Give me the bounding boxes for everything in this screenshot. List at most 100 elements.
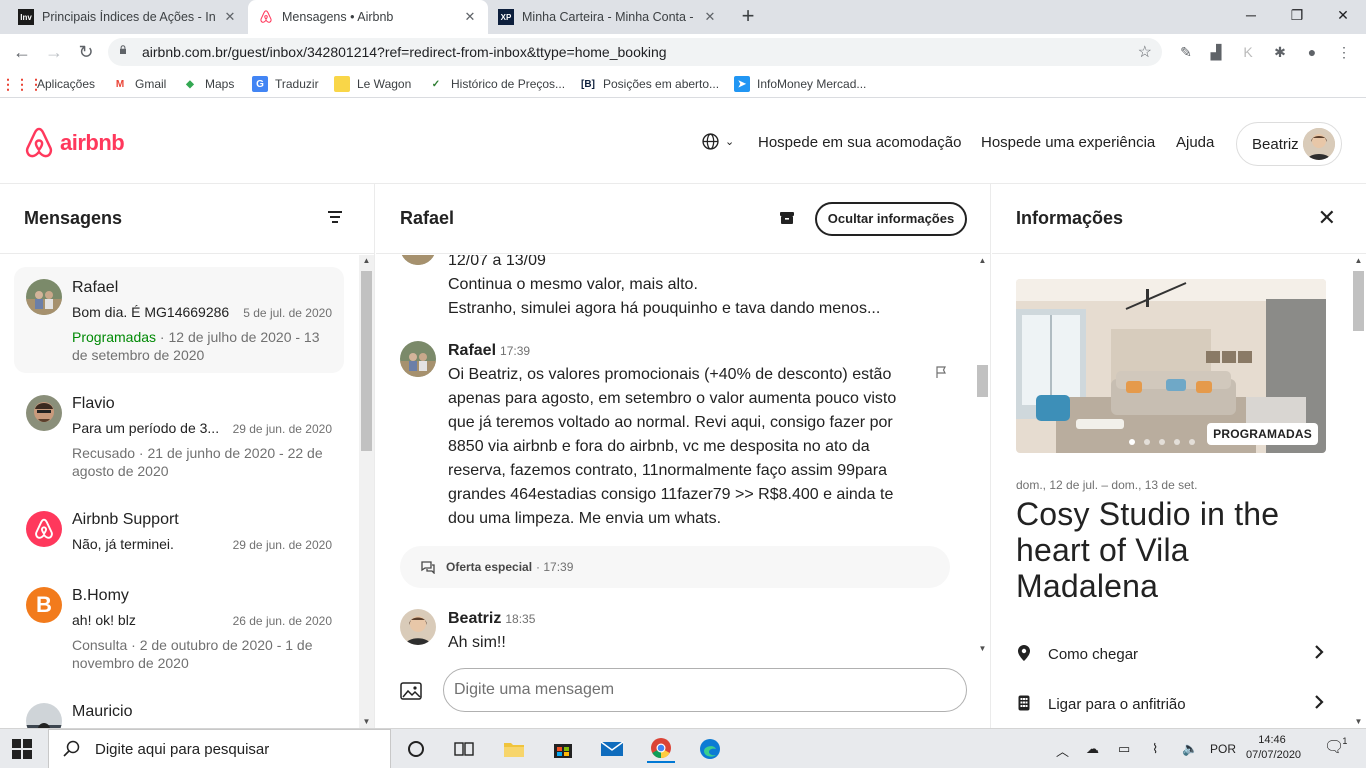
conversation-name: Flavio <box>72 395 115 412</box>
bookmark-gmail[interactable]: M Gmail <box>112 76 167 92</box>
minimize-button[interactable]: ─ <box>1228 0 1274 30</box>
folder-icon <box>334 76 350 92</box>
bookmark-traduzir[interactable]: G Traduzir <box>252 76 319 92</box>
close-icon[interactable]: ✕ <box>1318 207 1336 229</box>
wifi-icon[interactable]: ⌇ <box>1152 741 1158 757</box>
filter-icon[interactable] <box>328 211 342 225</box>
task-view-icon[interactable] <box>450 735 478 763</box>
attach-image-icon[interactable] <box>400 682 422 700</box>
menu-kebab-icon[interactable]: ⋮ <box>1334 42 1354 62</box>
conversation-preview: Bom dia. É MG14669286 <box>72 304 230 320</box>
message-text: apenas para agosto, em setembro o valor … <box>448 390 897 407</box>
profile-avatar-icon[interactable]: ● <box>1302 42 1322 62</box>
scroll-down-icon[interactable]: ▼ <box>359 716 374 728</box>
notifications-icon[interactable]: 🗨1 <box>1324 736 1349 757</box>
conversation-mauricio[interactable]: Mauricio <box>14 691 344 728</box>
cortana-icon[interactable] <box>402 735 430 763</box>
messages-title: Mensagens <box>24 208 123 228</box>
onedrive-cloud-icon[interactable]: ☁ <box>1086 741 1099 757</box>
signal-extension-icon[interactable]: ▟ <box>1206 42 1226 62</box>
help-link[interactable]: Ajuda <box>1176 134 1214 151</box>
info-panel: Informações ✕ PROGRAMADAS dom., 12 de ju… <box>992 184 1366 728</box>
maximize-button[interactable]: ❐ <box>1274 0 1320 30</box>
report-flag-icon[interactable] <box>935 365 949 379</box>
bookmark-aplicacoes[interactable]: ⋮⋮⋮ Aplicações <box>1 76 95 92</box>
scrollbar-thumb[interactable] <box>977 365 988 397</box>
host-experience-link[interactable]: Hospede uma experiência <box>981 134 1155 151</box>
close-window-button[interactable]: ✕ <box>1320 0 1366 30</box>
directions-row[interactable]: Como chegar <box>1016 642 1326 666</box>
tab-investing[interactable]: Inv Principais Índices de Ações - Inve ✕ <box>8 0 248 34</box>
call-host-row[interactable]: Ligar para o anfitrião <box>1016 692 1326 716</box>
info-scrollbar[interactable]: ▲ ▼ <box>1351 255 1366 728</box>
puzzle-extensions-icon[interactable]: ✱ <box>1270 42 1290 62</box>
conversation-bhomy[interactable]: B B.Homy ah! ok! blz 26 de jun. de 2020 … <box>14 575 344 681</box>
archive-icon[interactable] <box>779 210 795 226</box>
language-selector[interactable]: ⌄ <box>702 133 734 150</box>
special-offer-notice[interactable]: Oferta especial · 17:39 <box>400 546 950 588</box>
tab-close-icon[interactable]: ✕ <box>702 9 718 25</box>
price-history-icon: ✓ <box>431 78 441 90</box>
microsoft-store-icon[interactable] <box>549 735 577 763</box>
avatar <box>400 609 436 645</box>
tab-close-icon[interactable]: ✕ <box>222 9 238 25</box>
carousel-dots[interactable] <box>1129 439 1204 445</box>
battery-icon[interactable]: ▭ <box>1118 741 1130 757</box>
new-tab-button[interactable]: + <box>735 4 761 30</box>
thread-scrollbar[interactable]: ▲ ▼ <box>975 255 990 655</box>
scroll-up-icon[interactable]: ▲ <box>1351 255 1366 267</box>
conversation-rafael[interactable]: Rafael Bom dia. É MG14669286 5 de jul. d… <box>14 267 344 373</box>
scroll-down-icon[interactable]: ▼ <box>1351 716 1366 728</box>
tab-close-icon[interactable]: ✕ <box>462 9 478 25</box>
tab-airbnb-messages[interactable]: Mensagens • Airbnb ✕ <box>248 0 488 34</box>
address-bar[interactable]: airbnb.com.br/guest/inbox/342801214?ref=… <box>108 38 1162 66</box>
taskbar-search[interactable]: Digite aqui para pesquisar <box>48 729 391 768</box>
listing-title[interactable]: Cosy Studio in the heart of Vila Madalen… <box>1016 496 1316 604</box>
hide-info-button[interactable]: Ocultar informações <box>815 202 967 236</box>
taskbar-clock[interactable]: 14:46 07/07/2020 <box>1246 733 1301 763</box>
file-explorer-icon[interactable] <box>500 735 528 763</box>
bookmark-star-icon[interactable]: ☆ <box>1138 42 1152 62</box>
scroll-up-icon[interactable]: ▲ <box>975 255 990 267</box>
forward-button[interactable]: → <box>40 38 68 66</box>
chrome-taskbar-icon[interactable] <box>647 735 675 763</box>
message-text: que já teremos voltado ao normal. Revi a… <box>448 414 893 431</box>
reload-button[interactable]: ↻ <box>72 38 100 66</box>
tab-minha-carteira[interactable]: XP Minha Carteira - Minha Conta - X ✕ <box>488 0 728 34</box>
host-accommodation-link[interactable]: Hospede em sua acomodação <box>758 134 961 151</box>
browser-tab-bar: Inv Principais Índices de Ações - Inve ✕… <box>0 0 1366 34</box>
chevron-right-icon <box>1314 644 1324 665</box>
message-time: 18:35 <box>505 612 536 626</box>
extension-pen-icon[interactable]: ✎ <box>1176 42 1196 62</box>
bookmark-posicoes-aberto[interactable]: [B] Posições em aberto... <box>580 76 719 92</box>
clock-time: 14:46 <box>1258 734 1286 746</box>
gmail-icon: M <box>115 78 125 90</box>
scroll-down-icon[interactable]: ▼ <box>975 643 990 655</box>
phone-keypad-icon <box>1016 695 1032 714</box>
edge-icon[interactable] <box>696 735 724 763</box>
windows-taskbar: Digite aqui para pesquisar ︿ ☁ ▭ ⌇ 🔈 POR… <box>0 728 1366 768</box>
k-extension-icon[interactable]: K <box>1238 42 1258 62</box>
bookmark-historico-precos[interactable]: ✓ Histórico de Preços... <box>428 76 565 92</box>
special-offer-label: Oferta especial <box>446 560 533 574</box>
messages-scrollbar[interactable]: ▲ ▼ <box>359 255 374 728</box>
message-input[interactable] <box>443 668 967 712</box>
listing-photo[interactable]: PROGRAMADAS <box>1016 279 1326 453</box>
conversation-flavio[interactable]: Flavio Para um período de 3... 29 de jun… <box>14 383 344 489</box>
conversation-name: Airbnb Support <box>72 511 179 528</box>
scrollbar-thumb[interactable] <box>361 271 372 451</box>
bookmark-infomoney[interactable]: ➤ InfoMoney Mercad... <box>734 76 866 92</box>
airbnb-logo[interactable]: airbnb <box>24 127 125 159</box>
scroll-up-icon[interactable]: ▲ <box>359 255 374 267</box>
mail-icon[interactable] <box>598 735 626 763</box>
input-language[interactable]: POR <box>1210 742 1236 756</box>
back-button[interactable]: ← <box>8 38 36 66</box>
bookmark-le-wagon[interactable]: Le Wagon <box>334 76 411 92</box>
bookmark-maps[interactable]: ◆ Maps <box>182 76 234 92</box>
user-menu-button[interactable]: Beatriz <box>1236 122 1342 166</box>
windows-start-icon[interactable] <box>12 739 32 759</box>
conversation-airbnb-support[interactable]: Airbnb Support Não, já terminei. 29 de j… <box>14 499 344 569</box>
scrollbar-thumb[interactable] <box>1353 271 1364 331</box>
show-hidden-icons-icon[interactable]: ︿ <box>1056 741 1069 760</box>
volume-icon[interactable]: 🔈 <box>1182 741 1198 757</box>
